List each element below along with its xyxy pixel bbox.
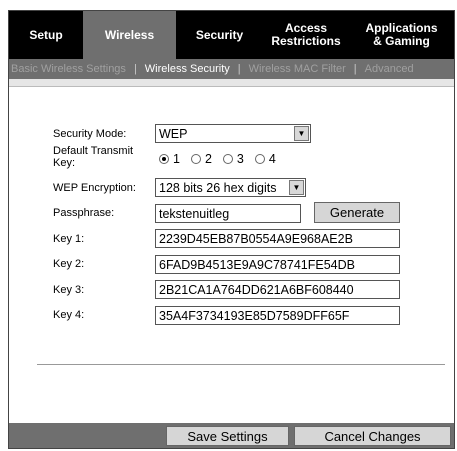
- section-divider: [37, 364, 445, 365]
- subtab-wireless-mac-filter[interactable]: Wireless MAC Filter: [249, 63, 346, 75]
- subtab-advanced[interactable]: Advanced: [365, 63, 414, 75]
- subtab-wireless-security[interactable]: Wireless Security: [145, 63, 230, 75]
- tab-security[interactable]: Security: [176, 11, 263, 59]
- sub-navigation: Basic Wireless Settings | Wireless Secur…: [9, 59, 454, 79]
- tab-access-restrictions[interactable]: Access Restrictions: [263, 11, 349, 59]
- security-mode-value: WEP: [159, 126, 188, 141]
- radio-label: 2: [204, 152, 212, 166]
- security-mode-label: Security Mode:: [53, 128, 127, 140]
- cancel-changes-button[interactable]: Cancel Changes: [294, 426, 451, 446]
- radio-label: 1: [173, 152, 180, 166]
- default-key-radio-4[interactable]: 4: [254, 152, 276, 166]
- key3-label: Key 3:: [53, 284, 85, 296]
- tab-wireless[interactable]: Wireless: [83, 11, 176, 59]
- subnav-separator: |: [237, 63, 241, 75]
- radio-unchecked-icon: [254, 154, 265, 164]
- save-settings-button[interactable]: Save Settings: [166, 426, 289, 446]
- default-key-radio-1[interactable]: 1: [159, 152, 180, 166]
- top-navigation: Setup Wireless Security Access Restricti…: [9, 11, 454, 59]
- key3-input[interactable]: 2B21CA1A764DD621A6BF608440: [155, 280, 400, 299]
- tab-setup[interactable]: Setup: [9, 11, 83, 59]
- radio-label: 3: [236, 152, 244, 166]
- header-band: [9, 79, 454, 87]
- radio-label: 4: [268, 152, 276, 166]
- default-transmit-key-label-line2: Key:: [53, 157, 76, 169]
- chevron-down-icon: ▼: [294, 126, 309, 141]
- key2-label: Key 2:: [53, 258, 85, 270]
- chevron-down-icon: ▼: [289, 180, 304, 195]
- wep-encryption-label: WEP Encryption:: [53, 182, 136, 194]
- key4-label: Key 4:: [53, 309, 85, 321]
- key1-input[interactable]: 2239D45EB87B0554A9E968AE2B: [155, 229, 400, 248]
- default-key-radio-3[interactable]: 3: [222, 152, 244, 166]
- generate-button[interactable]: Generate: [314, 202, 400, 223]
- radio-checked-icon: [159, 154, 169, 164]
- default-key-radio-2[interactable]: 2: [190, 152, 212, 166]
- passphrase-label: Passphrase:: [53, 207, 115, 219]
- footer-bar: Save Settings Cancel Changes: [9, 423, 454, 448]
- wep-encryption-value: 128 bits 26 hex digits: [159, 180, 277, 195]
- subtab-basic-wireless-settings[interactable]: Basic Wireless Settings: [11, 63, 126, 75]
- router-config-panel: Setup Wireless Security Access Restricti…: [8, 10, 455, 449]
- default-key-radio-group: 1 2 3 4: [159, 152, 287, 166]
- radio-unchecked-icon: [190, 154, 201, 164]
- key1-label: Key 1:: [53, 233, 85, 245]
- default-transmit-key-label-line1: Default Transmit: [53, 145, 134, 157]
- subnav-separator: |: [353, 63, 357, 75]
- passphrase-input[interactable]: tekstenuitleg: [155, 204, 301, 223]
- key2-input[interactable]: 6FAD9B4513E9A9C78741FE54DB: [155, 255, 400, 274]
- subnav-separator: |: [133, 63, 137, 75]
- key4-input[interactable]: 35A4F3734193E85D7589DFF65F: [155, 306, 400, 325]
- security-mode-select[interactable]: WEP ▼: [155, 124, 311, 143]
- tab-applications-gaming[interactable]: Applications & Gaming: [349, 11, 454, 59]
- default-transmit-key-label: Default Transmit Key:: [53, 145, 133, 169]
- radio-unchecked-icon: [222, 154, 233, 164]
- wep-encryption-select[interactable]: 128 bits 26 hex digits ▼: [155, 178, 306, 197]
